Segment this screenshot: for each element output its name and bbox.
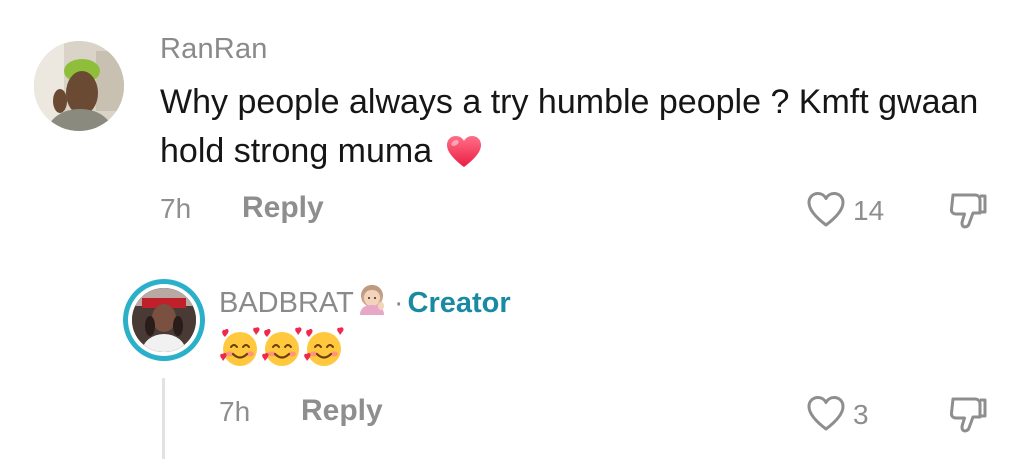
creator-avatar-photo: [132, 288, 196, 352]
comment-body: Why people always a try humble people ? …: [160, 78, 1000, 183]
reply-like-count: 3: [853, 399, 869, 430]
smiling-face-with-hearts-emoji-icon: [219, 327, 261, 369]
thumbs-down-icon[interactable]: [947, 191, 989, 233]
thumbs-down-icon[interactable]: [947, 395, 989, 437]
avatar-photo: [34, 41, 124, 131]
creator-badge: Creator: [407, 286, 511, 319]
person-tipping-hand-emoji-icon: [356, 283, 388, 323]
reply-username[interactable]: BADBRAT: [219, 287, 354, 320]
reply-button[interactable]: Reply: [242, 191, 324, 225]
reply-emoji-content: [219, 327, 345, 369]
red-heart-emoji-icon: [446, 134, 482, 183]
comment-timestamp: 7h: [160, 193, 192, 224]
like-count: 14: [853, 195, 885, 226]
comment-text: Why people always a try humble people ? …: [160, 83, 979, 170]
avatar[interactable]: [34, 41, 124, 131]
heart-outline-icon[interactable]: [806, 395, 846, 433]
reply-timestamp: 7h: [219, 396, 251, 427]
reply-reply-button[interactable]: Reply: [301, 394, 383, 428]
separator-dot: ·: [393, 286, 404, 319]
smiling-face-with-hearts-emoji-icon: [303, 327, 345, 369]
thread-line: [162, 378, 165, 459]
smiling-face-with-hearts-emoji-icon: [261, 327, 303, 369]
creator-avatar[interactable]: [123, 279, 205, 361]
heart-outline-icon[interactable]: [806, 191, 846, 229]
reply-header: BADBRAT · Creator: [219, 283, 511, 323]
comment-username[interactable]: RanRan: [160, 33, 268, 66]
